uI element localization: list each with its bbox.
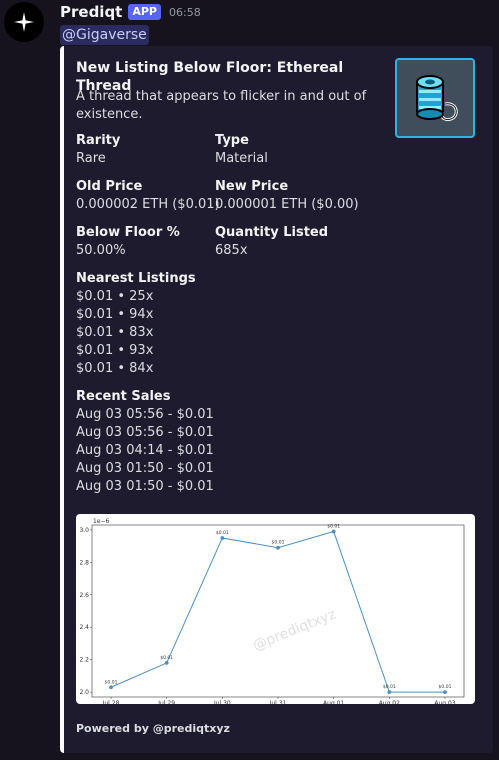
listing-item: $0.01 • 94x [76, 307, 154, 322]
chart-data-label: $0.01 [439, 684, 452, 690]
listing-item: $0.01 • 25x [76, 289, 154, 304]
chart-data-point [443, 690, 447, 695]
chart-x-tick-label: Aug 01 [323, 700, 344, 704]
chart-data-point [387, 690, 392, 695]
field-quantity-value: 685x [215, 243, 248, 258]
embed-footer: Powered by @prediqtxyz [76, 722, 230, 735]
field-new-price-value: 0.000001 ETH ($0.00) [215, 197, 359, 212]
chart-watermark: @prediqtxyz [251, 606, 339, 654]
chart-data-point [220, 536, 225, 540]
chart-x-tick-label: Aug 02 [379, 700, 400, 704]
field-quantity-name: Quantity Listed [215, 225, 329, 240]
field-new-price-name: New Price [215, 179, 289, 194]
embed-description: A thread that appears to flicker in and … [76, 89, 367, 122]
chart-x-tick-label: Aug 03 [434, 700, 455, 704]
chart-series-line [110, 530, 445, 693]
chart-x-tick-label: Jul 31 [269, 700, 287, 704]
sale-item: Aug 03 05:56 - $0.01 [76, 425, 214, 440]
field-nearest-listings: Nearest Listings $0.01 • 25x $0.01 • 94x… [76, 270, 196, 378]
field-below-floor-value: 50.00% [76, 243, 126, 258]
chart-data-label: $0.01 [327, 523, 340, 529]
app-badge: APP [128, 4, 161, 20]
field-recent-sales: Recent Sales Aug 03 05:56 - $0.01 Aug 03… [76, 388, 214, 496]
chart-data-label: $0.01 [272, 540, 285, 546]
field-rarity-name: Rarity [76, 133, 121, 148]
field-nearest-listings-name: Nearest Listings [76, 271, 196, 286]
thread-spool-icon [416, 75, 458, 122]
chart-data-label: $0.01 [216, 530, 229, 536]
listing-item: $0.01 • 93x [76, 343, 154, 358]
field-type-value: Material [215, 151, 268, 166]
field-old-price-value: 0.000002 ETH ($0.01) [76, 197, 220, 212]
bot-name[interactable]: Prediqt [60, 3, 122, 21]
chart-data-point [276, 545, 280, 550]
listing-item: $0.01 • 84x [76, 361, 154, 376]
field-old-price: Old Price 0.000002 ETH ($0.01) [76, 178, 220, 214]
price-chart-image[interactable]: 1e−6 2.0 2.2 2.4 2.6 2.8 3.0 Jul 28 Jul 29 Jul 30… [76, 514, 475, 707]
field-recent-sales-name: Recent Sales [76, 389, 171, 404]
field-type-name: Type [215, 133, 249, 148]
chart-data-label: $0.01 [105, 679, 118, 685]
field-rarity: Rarity Rare [76, 132, 120, 168]
embed-card: New Listing Below Floor: Ethereal Thread… [60, 46, 493, 753]
chart-data-point [109, 685, 113, 690]
field-old-price-name: Old Price [76, 179, 143, 194]
sale-item: Aug 03 01:50 - $0.01 [76, 461, 214, 476]
chart-data-label: $0.01 [160, 655, 173, 661]
item-thumbnail[interactable] [395, 58, 475, 138]
sale-item: Aug 03 01:50 - $0.01 [76, 479, 214, 494]
field-rarity-value: Rare [76, 151, 106, 166]
chart-data-point [331, 529, 336, 534]
field-type: Type Material [215, 132, 268, 168]
chart-x-tick-label: Jul 29 [157, 700, 175, 704]
bot-avatar[interactable] [4, 2, 44, 42]
chart-y-tick-label: 2.8 [79, 559, 89, 566]
listing-item: $0.01 • 83x [76, 325, 154, 340]
sale-item: Aug 03 04:14 - $0.01 [76, 443, 214, 458]
chart-data-point [164, 661, 169, 665]
price-chart: 1e−6 2.0 2.2 2.4 2.6 2.8 3.0 Jul 28 Jul 29 Jul 30… [79, 518, 465, 707]
chart-y-tick-label: 2.6 [79, 592, 89, 599]
field-new-price: New Price 0.000001 ETH ($0.00) [215, 178, 359, 214]
role-mention[interactable]: @Gigaverse [60, 25, 149, 45]
chart-y-exponent: 1e−6 [93, 518, 110, 525]
chart-x-tick-label: Jul 30 [213, 700, 231, 704]
chart-data-label: $0.01 [383, 684, 396, 690]
chart-y-tick-label: 3.0 [79, 527, 89, 534]
chart-y-tick-label: 2.2 [79, 657, 89, 664]
chart-y-tick-label: 2.4 [79, 624, 89, 631]
chart-x-tick-label: Jul 28 [102, 700, 120, 704]
field-below-floor: Below Floor % 50.00% [76, 224, 180, 260]
sparkle-icon [14, 12, 34, 32]
sale-item: Aug 03 05:56 - $0.01 [76, 407, 214, 422]
chart-y-tick-label: 2.0 [79, 689, 89, 696]
message-header: Prediqt APP 06:58 [60, 3, 201, 21]
field-below-floor-name: Below Floor % [76, 225, 180, 240]
field-quantity: Quantity Listed 685x [215, 224, 328, 260]
message-timestamp: 06:58 [169, 5, 201, 19]
